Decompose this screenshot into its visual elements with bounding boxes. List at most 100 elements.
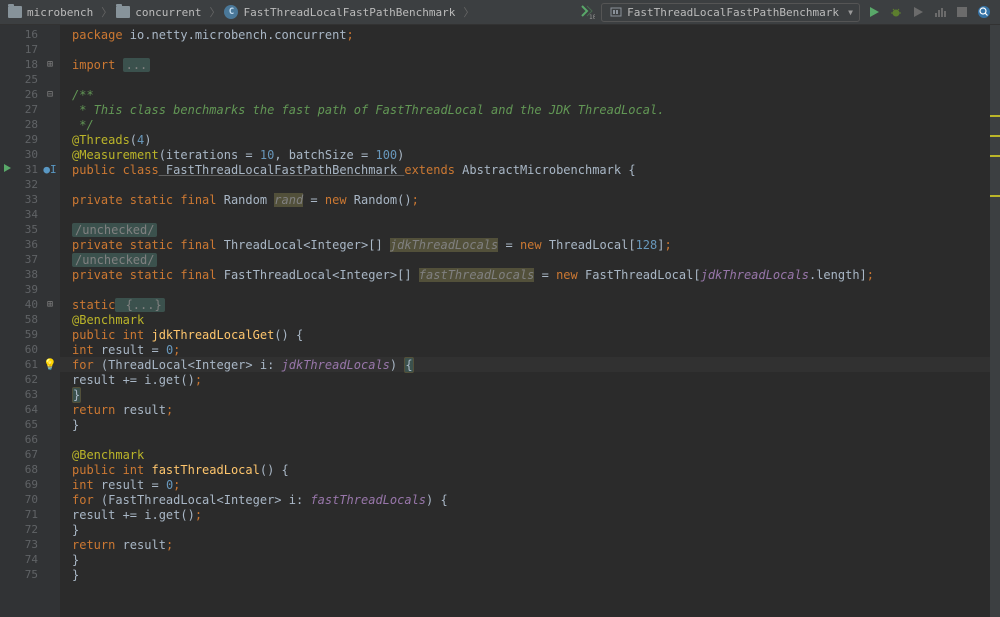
gutter-line-72[interactable]: 72: [0, 522, 60, 537]
gutter-line-39[interactable]: 39: [0, 282, 60, 297]
fold-collapse-icon[interactable]: ⊟: [42, 87, 58, 102]
gutter-line-70[interactable]: 70: [0, 492, 60, 507]
gutter-line-58[interactable]: 58: [0, 312, 60, 327]
code-line-25[interactable]: [60, 72, 1000, 87]
scroll-warning-marker[interactable]: [990, 135, 1000, 137]
code-line-72[interactable]: }: [60, 522, 1000, 537]
profiler-button[interactable]: [932, 4, 948, 20]
gutter-line-68[interactable]: 68: [0, 462, 60, 477]
search-everywhere-button[interactable]: [976, 4, 992, 20]
code-line-35[interactable]: /unchecked/: [60, 222, 1000, 237]
code-line-34[interactable]: [60, 207, 1000, 222]
code-line-40[interactable]: static {...}: [60, 297, 1000, 312]
code-line-30[interactable]: @Measurement(iterations = 10, batchSize …: [60, 147, 1000, 162]
gutter-line-65[interactable]: 65: [0, 417, 60, 432]
gutter-line-62[interactable]: 62: [0, 372, 60, 387]
gutter-line-71[interactable]: 71: [0, 507, 60, 522]
code-line-58[interactable]: @Benchmark: [60, 312, 1000, 327]
gutter-line-69[interactable]: 69: [0, 477, 60, 492]
code-line-65[interactable]: }: [60, 417, 1000, 432]
code-line-17[interactable]: [60, 42, 1000, 57]
gutter[interactable]: 16 17 18⊞ 25 26⊟ 27 28 29 30 31●I 32 33 …: [0, 25, 60, 617]
debug-button[interactable]: [888, 4, 904, 20]
intention-bulb-icon[interactable]: 💡: [42, 357, 58, 372]
gutter-line-59[interactable]: 59: [0, 327, 60, 342]
gutter-line-16[interactable]: 16: [0, 27, 60, 42]
code-line-33[interactable]: private static final Random rand = new R…: [60, 192, 1000, 207]
code-line-26[interactable]: /**: [60, 87, 1000, 102]
run-configuration-selector[interactable]: FastThreadLocalFastPathBenchmark: [601, 3, 860, 22]
run-coverage-button[interactable]: [910, 4, 926, 20]
gutter-line-67[interactable]: 67: [0, 447, 60, 462]
code-line-36[interactable]: private static final ThreadLocal<Integer…: [60, 237, 1000, 252]
gutter-line-30[interactable]: 30: [0, 147, 60, 162]
code-line-29[interactable]: @Threads(4): [60, 132, 1000, 147]
breadcrumb-item-class[interactable]: C FastThreadLocalFastPathBenchmark: [224, 5, 455, 19]
suppress-annotation[interactable]: /unchecked/: [72, 223, 157, 237]
code-line-66[interactable]: [60, 432, 1000, 447]
code-line-60[interactable]: int result = 0;: [60, 342, 1000, 357]
code-line-31[interactable]: public class FastThreadLocalFastPathBenc…: [60, 162, 1000, 177]
editor-scrollbar[interactable]: [990, 25, 1000, 617]
code-line-18[interactable]: import ...: [60, 57, 1000, 72]
code-line-63[interactable]: }: [60, 387, 1000, 402]
scroll-warning-marker[interactable]: [990, 115, 1000, 117]
gutter-line-63[interactable]: 63: [0, 387, 60, 402]
gutter-line-32[interactable]: 32: [0, 177, 60, 192]
gutter-line-31[interactable]: 31●I: [0, 162, 60, 177]
scroll-warning-marker[interactable]: [990, 195, 1000, 197]
code-line-59[interactable]: public int jdkThreadLocalGet() {: [60, 327, 1000, 342]
code-line-70[interactable]: for (FastThreadLocal<Integer> i: fastThr…: [60, 492, 1000, 507]
gutter-line-34[interactable]: 34: [0, 207, 60, 222]
code-line-71[interactable]: result += i.get();: [60, 507, 1000, 522]
code-line-32[interactable]: [60, 177, 1000, 192]
code-line-67[interactable]: @Benchmark: [60, 447, 1000, 462]
run-gutter-icon[interactable]: [2, 163, 12, 176]
folded-region[interactable]: {...}: [115, 298, 164, 312]
code-line-37[interactable]: /unchecked/: [60, 252, 1000, 267]
gutter-line-17[interactable]: 17: [0, 42, 60, 57]
code-line-62[interactable]: result += i.get();: [60, 372, 1000, 387]
code-line-69[interactable]: int result = 0;: [60, 477, 1000, 492]
code-editor[interactable]: package io.netty.microbench.concurrent; …: [60, 25, 1000, 617]
code-line-64[interactable]: return result;: [60, 402, 1000, 417]
gutter-line-35[interactable]: 35: [0, 222, 60, 237]
suppress-annotation[interactable]: /unchecked/: [72, 253, 157, 267]
code-line-74[interactable]: }: [60, 552, 1000, 567]
code-line-68[interactable]: public int fastThreadLocal() {: [60, 462, 1000, 477]
run-button[interactable]: [866, 4, 882, 20]
fold-expand-icon[interactable]: ⊞: [42, 57, 58, 72]
gutter-line-66[interactable]: 66: [0, 432, 60, 447]
code-line-16[interactable]: package io.netty.microbench.concurrent;: [60, 27, 1000, 42]
code-line-27[interactable]: * This class benchmarks the fast path of…: [60, 102, 1000, 117]
gutter-line-18[interactable]: 18⊞: [0, 57, 60, 72]
code-line-73[interactable]: return result;: [60, 537, 1000, 552]
gutter-line-75[interactable]: 75: [0, 567, 60, 582]
gutter-line-60[interactable]: 60: [0, 342, 60, 357]
scroll-warning-marker[interactable]: [990, 155, 1000, 157]
gutter-line-61[interactable]: 61💡: [0, 357, 60, 372]
breadcrumb-item-concurrent[interactable]: concurrent: [116, 6, 201, 19]
gutter-line-37[interactable]: 37: [0, 252, 60, 267]
folded-region[interactable]: ...: [123, 58, 151, 72]
gutter-line-38[interactable]: 38: [0, 267, 60, 282]
override-icon[interactable]: ●I: [42, 162, 58, 177]
gutter-line-33[interactable]: 33: [0, 192, 60, 207]
gutter-line-73[interactable]: 73: [0, 537, 60, 552]
breadcrumb-item-microbench[interactable]: microbench: [8, 6, 93, 19]
gutter-line-28[interactable]: 28: [0, 117, 60, 132]
gutter-line-74[interactable]: 74: [0, 552, 60, 567]
gutter-line-26[interactable]: 26⊟: [0, 87, 60, 102]
gutter-line-25[interactable]: 25: [0, 72, 60, 87]
code-line-39[interactable]: [60, 282, 1000, 297]
gutter-line-64[interactable]: 64: [0, 402, 60, 417]
code-line-28[interactable]: */: [60, 117, 1000, 132]
stop-button[interactable]: [954, 4, 970, 20]
gutter-line-40[interactable]: 40⊞: [0, 297, 60, 312]
gutter-line-29[interactable]: 29: [0, 132, 60, 147]
code-line-38[interactable]: private static final FastThreadLocal<Int…: [60, 267, 1000, 282]
gutter-line-27[interactable]: 27: [0, 102, 60, 117]
code-line-75[interactable]: }: [60, 567, 1000, 582]
fold-expand-icon[interactable]: ⊞: [42, 297, 58, 312]
code-line-61[interactable]: for (ThreadLocal<Integer> i: jdkThreadLo…: [60, 357, 1000, 372]
